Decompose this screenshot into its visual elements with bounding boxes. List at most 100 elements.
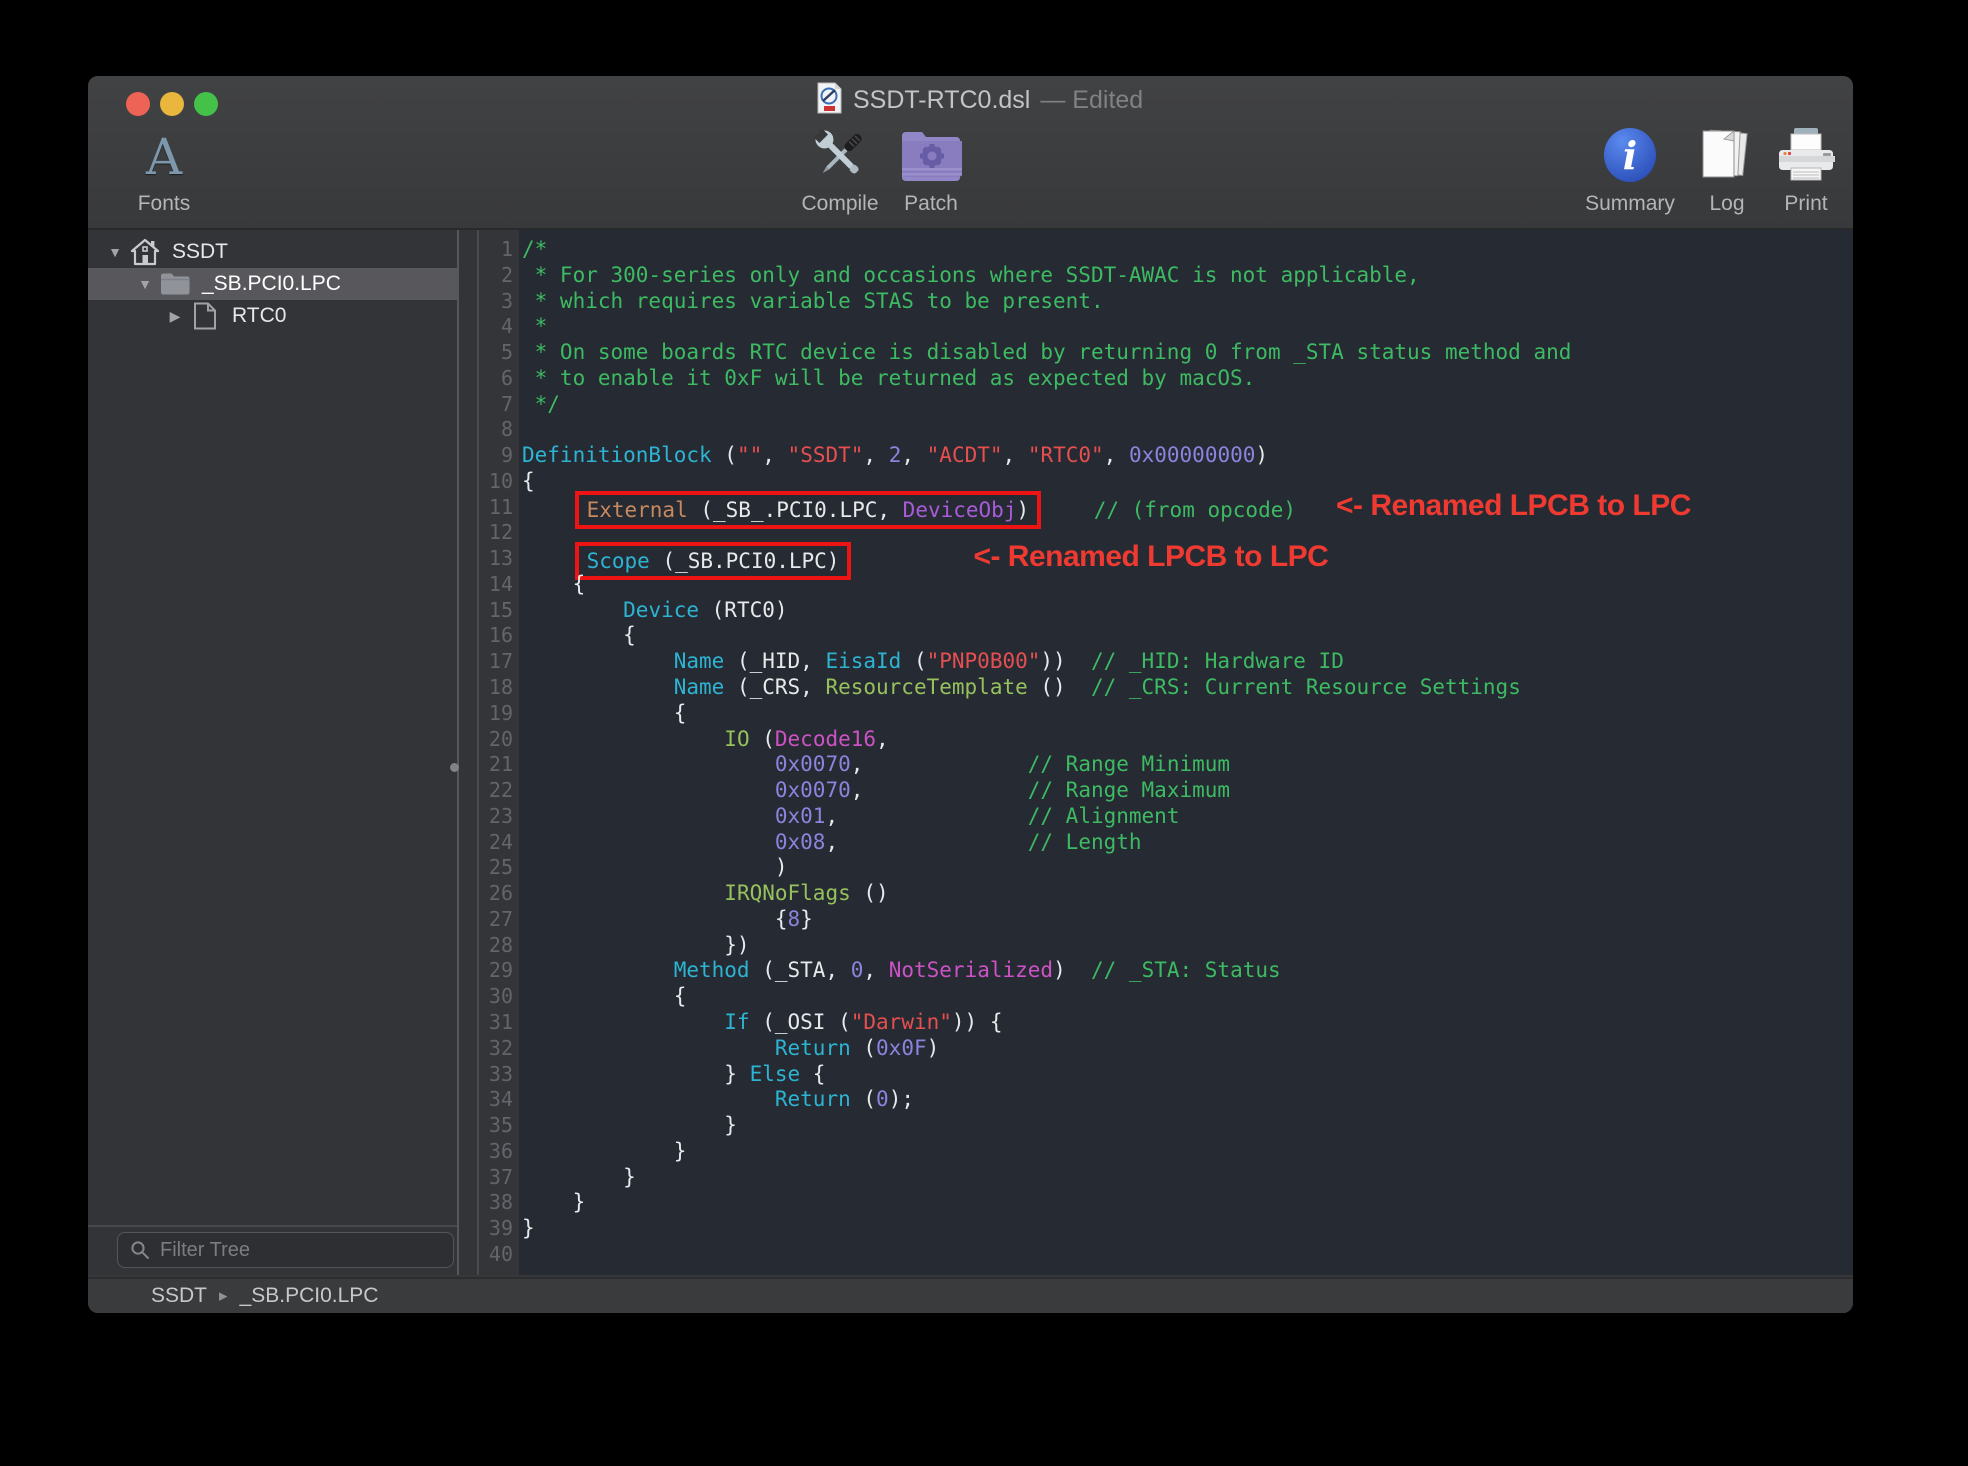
line-number: 17: [479, 649, 513, 675]
tree-item-rtc0[interactable]: ▶RTC0: [88, 300, 457, 332]
filter-tree-input[interactable]: [158, 1238, 422, 1263]
code-line: {: [522, 701, 1853, 727]
app-window: SSDT-RTC0.dsl — Edited A Fonts: [88, 76, 1853, 1313]
patch-folder-icon: [900, 128, 962, 187]
line-number: 16: [479, 623, 513, 649]
print-label: Print: [1726, 192, 1853, 216]
code-line: If (_OSI ("Darwin")) {: [522, 1010, 1853, 1036]
disclosure-down-icon[interactable]: ▼: [102, 244, 128, 260]
svg-text:i: i: [1623, 133, 1637, 178]
disclosure-right-icon[interactable]: ▶: [162, 308, 188, 325]
minimize-button[interactable]: [160, 92, 184, 116]
code-line: Device (RTC0): [522, 598, 1853, 624]
line-number: 20: [479, 727, 513, 753]
tree-item--sb-pci0-lpc[interactable]: ▼ _SB.PCI0.LPC: [88, 268, 457, 300]
code-line: 0x0070, // Range Maximum: [522, 778, 1853, 804]
code-line: {: [522, 984, 1853, 1010]
code-editor[interactable]: /* * For 300-series only and occasions w…: [519, 230, 1853, 1275]
tree-item-label: _SB.PCI0.LPC: [202, 272, 341, 296]
line-number: 2: [479, 263, 513, 289]
rename-highlight-box: Scope (_SB.PCI0.LPC): [575, 542, 852, 580]
line-number: 34: [479, 1087, 513, 1113]
code-line: }: [522, 1139, 1853, 1165]
filter-section: [88, 1225, 457, 1275]
line-number: 25: [479, 855, 513, 881]
breadcrumb-scope[interactable]: _SB.PCI0.LPC: [240, 1284, 379, 1308]
rename-highlight-box: External (_SB_.PCI0.LPC, DeviceObj): [575, 491, 1042, 529]
code-line: Return (0);: [522, 1087, 1853, 1113]
code-line: 0x08, // Length: [522, 830, 1853, 856]
code-line: IRQNoFlags (): [522, 881, 1853, 907]
code-line: */: [522, 392, 1853, 418]
line-number: 28: [479, 933, 513, 959]
window-title: SSDT-RTC0.dsl — Edited: [816, 82, 1143, 118]
code-line: /*: [522, 237, 1853, 263]
code-line: Method (_STA, 0, NotSerialized) // _STA:…: [522, 958, 1853, 984]
fonts-button[interactable]: A Fonts: [88, 124, 244, 216]
tree-item-ssdt[interactable]: ▼SSDT: [88, 236, 457, 268]
filter-tree-field[interactable]: [117, 1232, 454, 1268]
line-number: 9: [479, 443, 513, 469]
line-number: 38: [479, 1190, 513, 1216]
code-line: 0x01, // Alignment: [522, 804, 1853, 830]
document-icon: [188, 302, 222, 330]
print-button[interactable]: Print: [1726, 124, 1853, 216]
line-number: 31: [479, 1010, 513, 1036]
line-number: 6: [479, 366, 513, 392]
breadcrumb-root[interactable]: SSDT: [151, 1284, 207, 1308]
code-line: *: [522, 314, 1853, 340]
disclosure-down-icon[interactable]: ▼: [132, 276, 158, 292]
title-edited-status: — Edited: [1040, 86, 1143, 115]
line-number: 19: [479, 701, 513, 727]
rename-annotation: <- Renamed LPCB to LPC: [973, 540, 1328, 573]
rename-annotation: <- Renamed LPCB to LPC: [1336, 489, 1691, 522]
splitter-handle[interactable]: [450, 763, 459, 772]
code-lines: /* * For 300-series only and occasions w…: [522, 237, 1853, 1268]
line-number: 35: [479, 1113, 513, 1139]
code-line: * to enable it 0xF will be returned as e…: [522, 366, 1853, 392]
code-line: DefinitionBlock ("", "SSDT", 2, "ACDT", …: [522, 443, 1853, 469]
line-number: 11: [479, 495, 513, 521]
patch-label: Patch: [851, 192, 1011, 216]
line-number: 1: [479, 237, 513, 263]
document-proxy-icon: [816, 82, 843, 119]
line-number: 27: [479, 907, 513, 933]
line-number: 3: [479, 289, 513, 315]
main-split: ▼SSDT▼_SB.PCI0.LPC▶RTC0 1234567891011121…: [88, 230, 1853, 1275]
code-line: Return (0x0F): [522, 1036, 1853, 1062]
status-breadcrumb-bar: SSDT ▸ _SB.PCI0.LPC: [88, 1277, 1853, 1313]
line-number: 5: [479, 340, 513, 366]
ssdt-tree: ▼SSDT▼_SB.PCI0.LPC▶RTC0: [88, 230, 457, 332]
line-number: 15: [479, 598, 513, 624]
fonts-icon: A: [146, 132, 182, 182]
code-line: * which requires variable STAS to be pre…: [522, 289, 1853, 315]
code-line: {: [522, 623, 1853, 649]
code-line: } Else {: [522, 1062, 1853, 1088]
line-number: 12: [479, 520, 513, 546]
code-line: * For 300-series only and occasions wher…: [522, 263, 1853, 289]
folder-icon: [158, 272, 192, 296]
search-icon: [130, 1240, 150, 1260]
window-chrome: SSDT-RTC0.dsl — Edited A Fonts: [88, 76, 1853, 230]
code-line: Scope (_SB.PCI0.LPC)<- Renamed LPCB to L…: [522, 546, 1853, 572]
close-button[interactable]: [126, 92, 150, 116]
line-number: 4: [479, 314, 513, 340]
line-number: 40: [479, 1242, 513, 1268]
line-number: 33: [479, 1062, 513, 1088]
line-number: 13: [479, 546, 513, 572]
breadcrumb-separator-icon: ▸: [219, 1286, 228, 1306]
traffic-lights: [126, 92, 218, 116]
code-line: }: [522, 1165, 1853, 1191]
code-line: ): [522, 855, 1853, 881]
code-line: [522, 1242, 1853, 1268]
patch-button[interactable]: Patch: [851, 124, 1011, 216]
code-line: {8}: [522, 907, 1853, 933]
home-icon: [128, 238, 162, 266]
line-number: 36: [479, 1139, 513, 1165]
line-number: 29: [479, 958, 513, 984]
code-line: IO (Decode16,: [522, 727, 1853, 753]
line-number: 39: [479, 1216, 513, 1242]
zoom-button[interactable]: [194, 92, 218, 116]
line-number: 10: [479, 469, 513, 495]
code-line: [522, 417, 1853, 443]
